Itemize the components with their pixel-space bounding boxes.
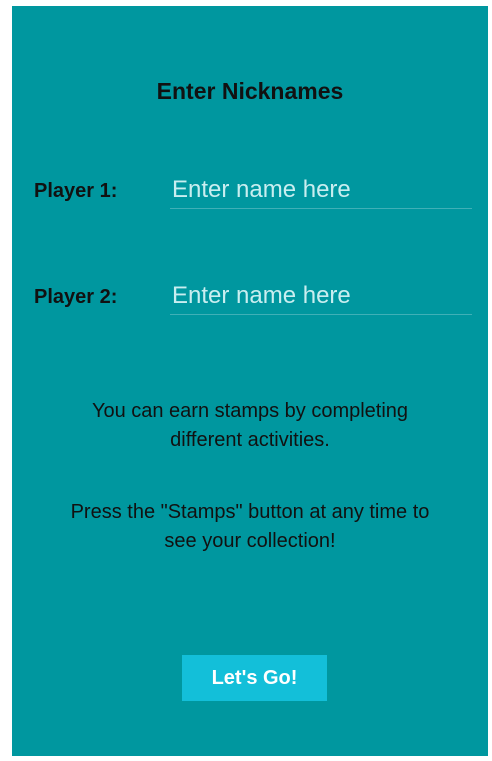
nickname-screen: Enter Nicknames Player 1: Player 2: You …: [12, 6, 488, 756]
player-2-name-input[interactable]: [170, 278, 472, 315]
lets-go-button[interactable]: Let's Go!: [182, 655, 327, 701]
player-1-row: Player 1:: [12, 172, 488, 212]
player-2-label: Player 2:: [34, 286, 118, 308]
stamps-info-text: You can earn stamps by completing differ…: [91, 400, 409, 451]
player-1-label: Player 1:: [34, 180, 118, 202]
page-title: Enter Nicknames: [156, 78, 344, 104]
player-2-row: Player 2:: [12, 278, 488, 318]
player-1-name-input[interactable]: [170, 172, 472, 209]
stamps-button-hint-text: Press the "Stamps" button at any time to…: [70, 501, 430, 552]
